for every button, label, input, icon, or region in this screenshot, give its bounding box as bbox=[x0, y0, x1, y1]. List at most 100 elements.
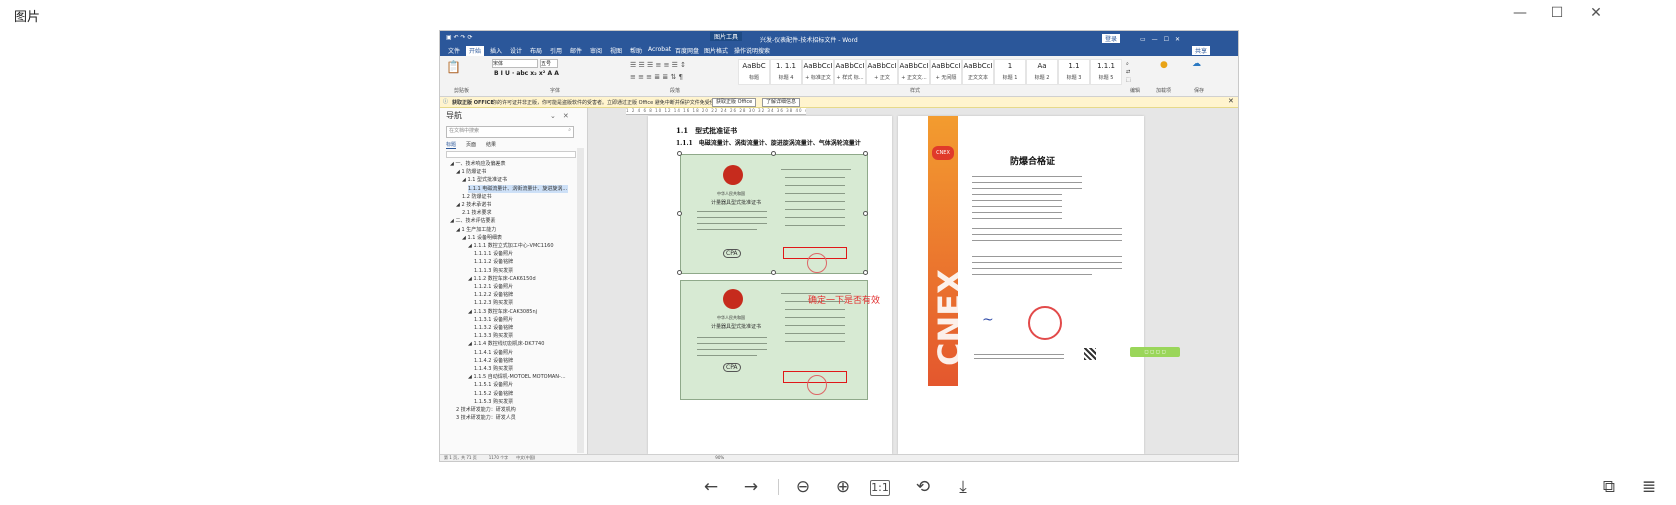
group-label: 样式 bbox=[910, 88, 921, 94]
nav-search-field: 在文档中搜索 ⌕ bbox=[446, 126, 574, 138]
group-label: 加载项 bbox=[1156, 88, 1172, 94]
rotate-icon[interactable]: ⟲ bbox=[910, 474, 936, 500]
group-label: 编辑 bbox=[1130, 88, 1141, 94]
style-item: AaBbCcI + 标准正文 bbox=[802, 59, 834, 85]
group-label: 段落 bbox=[670, 88, 681, 94]
red-seal-stamp bbox=[1028, 306, 1062, 340]
zoom-in-icon[interactable]: ⊕ bbox=[830, 474, 856, 500]
ribbon-tab-home: 开始 bbox=[466, 46, 485, 56]
nav-heading-item: 1.1.3.3 购买发票 bbox=[474, 333, 514, 340]
qr-code-icon bbox=[1084, 348, 1096, 360]
download-icon[interactable]: ⤓ bbox=[950, 474, 976, 500]
ribbon-tab: 视图 bbox=[610, 48, 623, 55]
format-icons: B I U · abc x₂ x² A A bbox=[494, 70, 559, 77]
signature-mark: ~ bbox=[982, 312, 994, 328]
nav-scroll-up bbox=[446, 151, 576, 158]
style-item: AaBbCcI + 正文文... bbox=[898, 59, 930, 85]
search-icon: ⌕ bbox=[568, 127, 571, 133]
style-item: 1. 1.1 标题 4 bbox=[770, 59, 802, 85]
nav-heading-item: 1.1.1 电磁流量计、涡街流量计、旋进旋涡... bbox=[468, 184, 568, 193]
status-bar: 第 1 页，共 71 页 1170 个字 中文(中国) 90% bbox=[440, 454, 1238, 461]
nav-heading-item: ◢ 1.1.3 数控车床-CAK3085nj bbox=[468, 308, 538, 315]
viewer-toolbar: ← → ⊖ ⊕ 1:1 ⟲ ⤓ ⧉ ≣ bbox=[0, 474, 1676, 505]
cpa-mark: CPA bbox=[723, 363, 741, 372]
heading-1-1: 1.1 型式批准证书 bbox=[676, 126, 738, 135]
warning-text: 你的许可证并非正版，你可能是盗版软件的受害者。立即通过正版 Office 避免中… bbox=[492, 100, 725, 106]
nav-heading-item: ◢ 1.1.4 数控线切割机床-DK7740 bbox=[468, 341, 545, 348]
ribbon-tab-search: 操作说明搜索 bbox=[734, 48, 771, 55]
nav-heading-item: 1.1.5.2 设备铭牌 bbox=[474, 390, 514, 397]
save-icon: ▣ ↶ ↷ ⟳ bbox=[446, 34, 473, 41]
nav-heading-item: 1.1.4.1 设备照片 bbox=[474, 349, 514, 356]
document-area: 1 2 4 6 8 10 12 14 16 18 20 22 24 26 28 … bbox=[588, 108, 1238, 454]
info-icon: ⓘ bbox=[443, 99, 449, 105]
next-arrow-icon[interactable]: → bbox=[738, 474, 764, 500]
nav-close-icon: ⌄ ✕ bbox=[550, 112, 569, 120]
nav-title: 导航 bbox=[446, 111, 462, 120]
nav-heading-item: ◢ 1.1 设备明细表 bbox=[462, 234, 502, 241]
style-item: 1.1 标题 3 bbox=[1058, 59, 1090, 85]
addin-icon: ● bbox=[1160, 60, 1168, 70]
baidu-save-icon: ☁ bbox=[1192, 59, 1201, 69]
group-label: 保存 bbox=[1194, 88, 1205, 94]
nav-heading-item: ◢ 1 防爆证书 bbox=[456, 169, 487, 176]
font-size-box: 五号 bbox=[540, 59, 558, 68]
nav-heading-item: 1.1.3.1 设备照片 bbox=[474, 316, 514, 323]
nav-heading-item: 1.1.1.1 设备照片 bbox=[474, 251, 514, 258]
nav-heading-item: ◢ 1.1.1 数控立式加工中心-VMC1160 bbox=[468, 243, 554, 249]
edit-image-icon[interactable]: ⧉ bbox=[1596, 474, 1622, 500]
style-item: AaBbCcI 正文文本 bbox=[962, 59, 994, 85]
text-recognition-icon[interactable]: ≣ bbox=[1636, 474, 1662, 500]
nav-heading-item: 1.1.1.2 设备铭牌 bbox=[474, 259, 514, 266]
minimize-button[interactable]: — bbox=[1507, 2, 1533, 24]
cert-title-line1: 中华人民共和国 bbox=[717, 191, 745, 196]
login-button: 登录 bbox=[1102, 34, 1121, 43]
nav-heading-item: 1.2 防爆证书 bbox=[462, 193, 492, 200]
previous-arrow-icon[interactable]: ← bbox=[698, 474, 724, 500]
ribbon-tabs: 文件 开始 插入 设计 布局 引用 邮件 审阅 视图 帮助 Acrobat 百度… bbox=[440, 45, 1238, 56]
style-item: Aa 标题 2 bbox=[1026, 59, 1058, 85]
style-item: AaBbCcI + 无间隔 bbox=[930, 59, 962, 85]
ribbon-tab: 布局 bbox=[530, 48, 543, 55]
word-title-bar: ▣ ↶ ↷ ⟳ 图片工具 兴发-仪表配件-技术招标文件 - Word 登录 ▭ … bbox=[440, 31, 1238, 45]
cnex-logo: CNEX bbox=[932, 146, 954, 160]
close-button[interactable]: ✕ bbox=[1583, 2, 1609, 24]
ribbon-tab: 帮助 bbox=[630, 48, 643, 55]
document-page-right: CNEX CNEX 防爆合格证 ~ bbox=[898, 116, 1144, 454]
nav-heading-item: ◢ 一、技术响应及偏差表 bbox=[450, 161, 506, 167]
maximize-button[interactable]: ☐ bbox=[1544, 2, 1570, 24]
national-emblem-icon bbox=[723, 165, 743, 185]
ribbon-tab: 文件 bbox=[448, 48, 461, 55]
style-item: AaBbCcI + 正文 bbox=[866, 59, 898, 85]
ribbon-tab: 插入 bbox=[490, 48, 503, 55]
close-icon: ✕ bbox=[1228, 97, 1234, 105]
ribbon-tab: 引用 bbox=[550, 48, 563, 55]
nav-tab-pages: 页面 bbox=[466, 142, 477, 148]
nav-heading-item: 1.1.5.1 设备照片 bbox=[474, 382, 514, 389]
nav-scrollbar bbox=[577, 148, 584, 453]
viewer-title: 图片 bbox=[14, 10, 41, 25]
cert-title-line1: 中华人民共和国 bbox=[717, 315, 745, 320]
zoom-out-icon[interactable]: ⊖ bbox=[790, 474, 816, 500]
get-office-button: 获取正版 Office bbox=[712, 98, 757, 107]
nav-heading-item: 1.1.1.3 购买发票 bbox=[474, 267, 514, 274]
actual-size-icon[interactable]: 1:1 bbox=[870, 480, 890, 496]
license-warning-bar: ⓘ 获取正版 OFFICE 你的许可证并非正版，你可能是盗版软件的受害者。立即通… bbox=[440, 97, 1238, 108]
style-item: AaBbCcI + 样式 标... bbox=[834, 59, 866, 85]
group-label: 剪贴板 bbox=[454, 88, 470, 94]
learn-more-button: 了解详细信息 bbox=[762, 98, 801, 107]
cpa-mark: CPA bbox=[723, 249, 741, 258]
paste-icon: 📋 bbox=[446, 60, 461, 74]
nav-heading-item: 1.1.4.3 购买发票 bbox=[474, 366, 514, 372]
cert-title-line2: 计量器具型式批准证书 bbox=[711, 200, 762, 206]
nav-heading-item: ◢ 1.1.5 自动焊机-MOTOEL MOTOMAN-... bbox=[468, 374, 566, 381]
ribbon-tab: 百度网盘 bbox=[675, 48, 700, 55]
nav-tab-results: 结果 bbox=[486, 142, 497, 148]
ribbon-tab: 图片格式 bbox=[704, 48, 729, 55]
group-label: 字体 bbox=[550, 88, 561, 94]
national-emblem-icon bbox=[723, 289, 743, 309]
ribbon-tab: 审阅 bbox=[590, 48, 603, 55]
nav-heading-item: 1.1.5.3 购买发票 bbox=[474, 398, 514, 405]
nav-heading-item: 2.1 技术要求 bbox=[462, 210, 492, 217]
font-name-box: 宋体 bbox=[492, 59, 538, 68]
